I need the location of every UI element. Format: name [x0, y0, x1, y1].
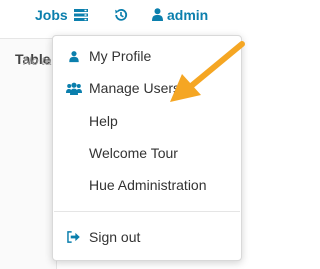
user-icon — [69, 51, 79, 63]
top-navbar: Jobs admin — [0, 0, 252, 34]
menu-divider — [54, 211, 240, 212]
annotation-arrow — [170, 41, 245, 102]
menu-item-sign-out[interactable]: Sign out — [53, 223, 241, 251]
menu-item-welcome-tour[interactable]: Welcome Tour — [53, 139, 241, 167]
menu-item-label: Hue Administration — [89, 177, 207, 193]
menu-item-label: Manage Users — [89, 80, 181, 96]
sign-out-icon — [67, 231, 80, 243]
menu-item-label: My Profile — [89, 48, 152, 64]
menu-item-hue-administration[interactable]: Hue Administration — [53, 171, 241, 199]
menu-item-label: Sign out — [89, 229, 141, 245]
empty-table-note: No ta — [23, 54, 52, 68]
jobs-link[interactable]: Jobs — [35, 7, 68, 23]
background-panel — [0, 38, 57, 269]
users-icon — [66, 82, 82, 95]
user-icon — [152, 8, 163, 21]
history-icon[interactable] — [114, 8, 128, 22]
user-name: admin — [167, 7, 209, 23]
menu-item-label: Help — [89, 113, 118, 129]
menu-item-label: Welcome Tour — [89, 145, 178, 161]
menu-item-help[interactable]: Help — [53, 107, 241, 135]
server-icon[interactable] — [74, 9, 88, 21]
